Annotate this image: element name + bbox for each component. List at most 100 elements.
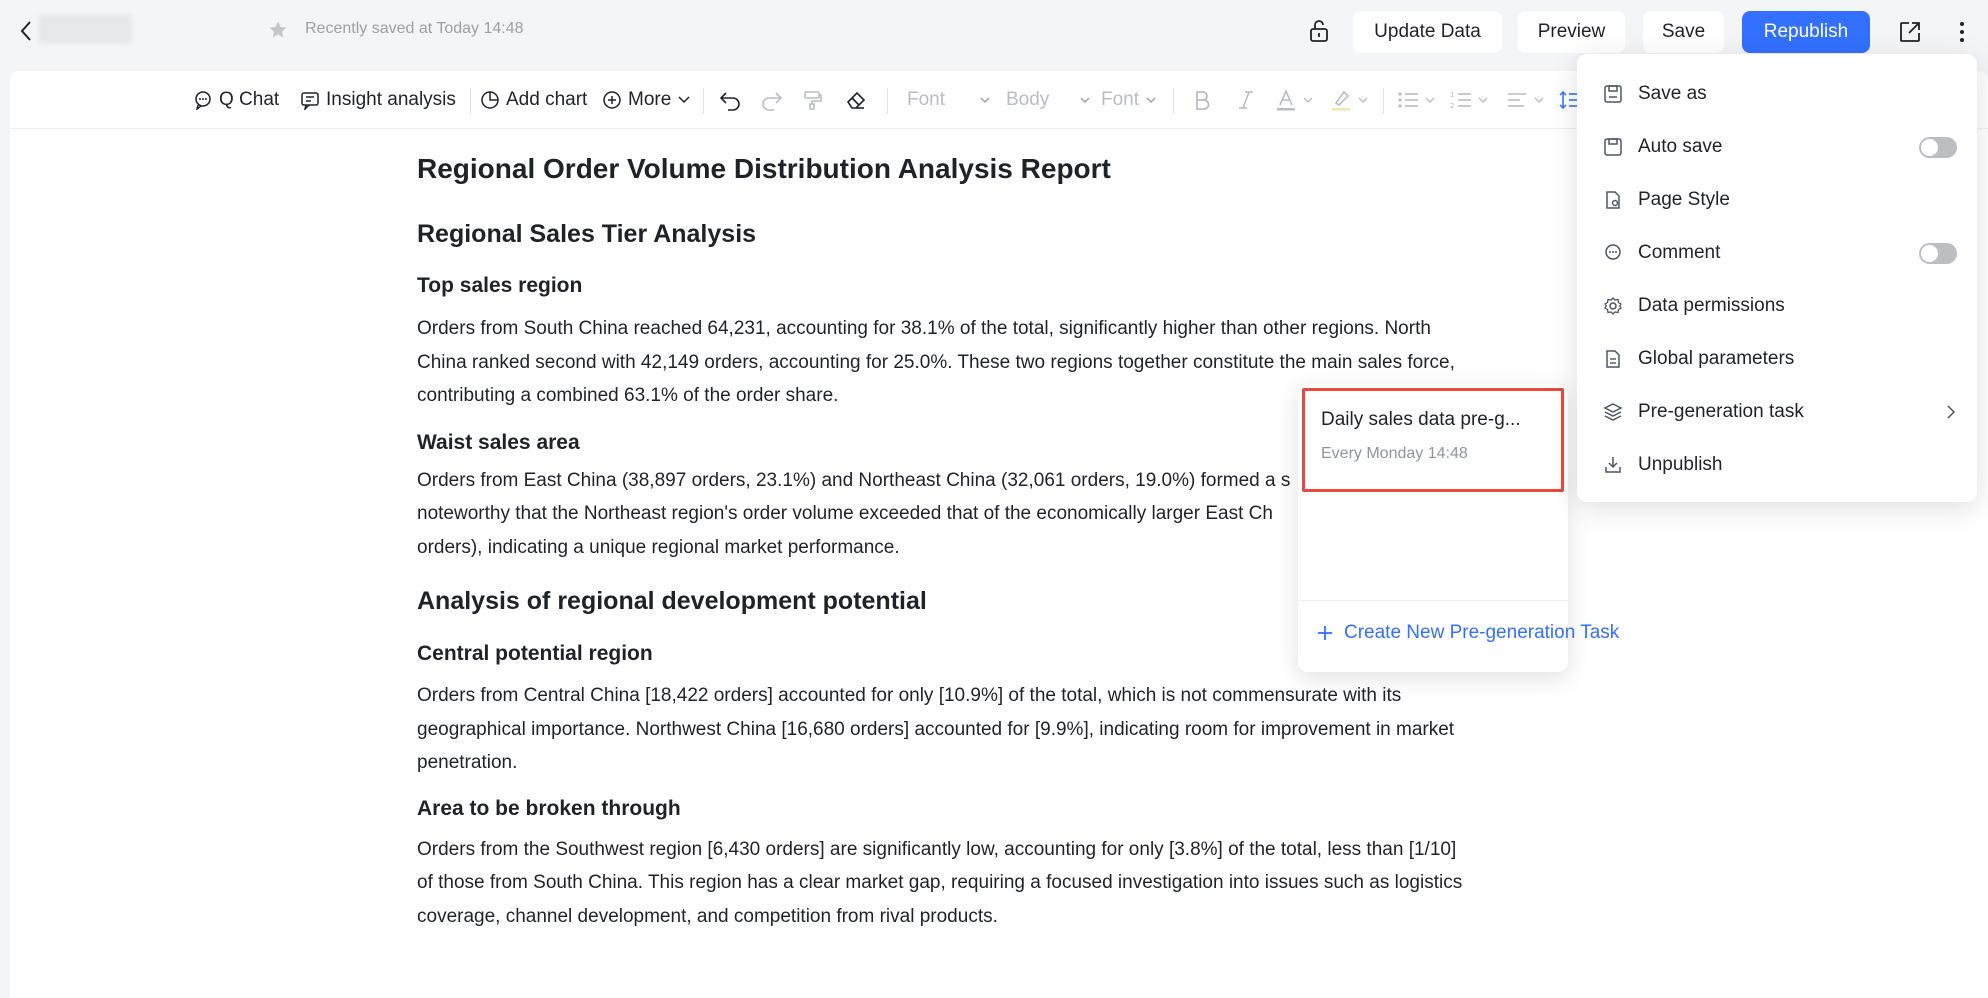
page-style-icon — [1602, 189, 1624, 211]
paragraph-line: Orders from Central China [18,422 orders… — [417, 685, 1402, 706]
highlight-button[interactable] — [1330, 84, 1368, 116]
paint-brush-icon — [804, 91, 822, 110]
toolbar-divider — [1383, 88, 1384, 114]
chevron-down-icon — [1358, 97, 1368, 103]
menu-item-label: Page Style — [1638, 189, 1730, 210]
format-painter-button[interactable] — [802, 84, 824, 116]
popover-divider — [1298, 600, 1568, 601]
comment-icon — [1602, 242, 1624, 264]
more-options-icon[interactable] — [1950, 17, 1974, 47]
menu-item-auto-save[interactable]: Auto save — [1577, 121, 1977, 173]
menu-item-label: Pre-generation task — [1638, 401, 1804, 422]
layers-icon — [1602, 401, 1624, 423]
clear-format-button[interactable] — [845, 84, 867, 116]
menu-item-label: Auto save — [1638, 136, 1723, 157]
update-data-button[interactable]: Update Data — [1353, 11, 1502, 53]
subsection-heading: Top sales region — [417, 274, 583, 297]
paragraph-line: of those from South China. This region h… — [417, 872, 1463, 893]
menu-item-page-style[interactable]: Page Style — [1577, 174, 1977, 226]
lock-icon[interactable] — [1304, 16, 1334, 46]
menu-item-pregeneration-task[interactable]: Pre-generation task — [1577, 386, 1977, 438]
redo-button[interactable] — [760, 84, 784, 116]
svg-text:2: 2 — [1450, 102, 1454, 110]
menu-item-label: Unpublish — [1638, 454, 1723, 475]
chevron-down-icon — [980, 97, 990, 104]
chevron-down-icon — [1534, 97, 1544, 103]
comment-toggle[interactable] — [1919, 243, 1957, 264]
chevron-down-icon — [1146, 97, 1156, 104]
italic-icon — [1239, 91, 1253, 109]
chat-icon — [195, 91, 211, 110]
paragraph-style-value: Body — [1006, 89, 1050, 110]
insight-icon — [301, 92, 319, 110]
chevron-right-icon — [1941, 402, 1961, 422]
menu-item-data-permissions[interactable]: Data permissions — [1577, 280, 1977, 332]
chevron-down-icon — [1425, 97, 1435, 103]
font-family-value: Font — [907, 89, 946, 110]
document-title-blurred — [38, 14, 132, 44]
align-button[interactable] — [1506, 84, 1544, 116]
unpublish-icon — [1602, 454, 1624, 476]
pie-chart-icon — [481, 91, 499, 109]
pregeneration-task-popover: Daily sales data pre-g... Every Monday 1… — [1298, 384, 1619, 672]
republish-button[interactable]: Republish — [1742, 11, 1870, 53]
svg-text:1: 1 — [1450, 91, 1454, 99]
add-chart-button[interactable]: Add chart — [480, 84, 587, 116]
paragraph-line: geographical importance. Northwest China… — [417, 718, 1455, 740]
q-chat-label: Q Chat — [219, 89, 280, 110]
bullet-list-button[interactable] — [1397, 84, 1435, 116]
parameters-icon — [1602, 348, 1624, 370]
font-size-value: Font — [1101, 89, 1140, 110]
numbered-list-button[interactable]: 12 — [1450, 84, 1488, 116]
gear-icon — [1602, 295, 1624, 317]
create-pregeneration-task-button[interactable]: Create New Pre-generation Task — [1316, 622, 1619, 644]
font-family-select[interactable]: Font — [907, 84, 991, 116]
auto-save-toggle[interactable] — [1919, 137, 1957, 158]
q-chat-button[interactable]: Q Chat — [193, 84, 279, 116]
more-label: More — [628, 89, 672, 110]
paragraph-line: coverage, channel development, and compe… — [417, 905, 998, 927]
document-title: Regional Order Volume Distribution Analy… — [417, 153, 1111, 184]
bold-button[interactable] — [1193, 84, 1211, 116]
highlighter-icon — [1332, 90, 1350, 111]
menu-item-label: Data permissions — [1638, 295, 1785, 316]
bold-icon — [1196, 91, 1210, 110]
paragraph-style-select[interactable]: Body — [1006, 84, 1091, 116]
menu-item-label: Comment — [1638, 242, 1721, 263]
redo-icon — [762, 92, 783, 111]
undo-button[interactable] — [718, 84, 742, 116]
paragraph: Orders from Central China [18,422 orders… — [417, 679, 1517, 780]
paragraph-line: Orders from South China reached 64,231, … — [417, 318, 1431, 339]
star-icon[interactable] — [266, 18, 290, 42]
chevron-down-icon — [1080, 97, 1090, 104]
toolbar-divider — [703, 88, 704, 114]
plus-circle-icon — [603, 91, 621, 109]
paragraph-line: penetration. — [417, 752, 518, 773]
eraser-icon — [846, 91, 866, 109]
task-name: Daily sales data pre-g... — [1321, 409, 1521, 430]
menu-item-save-as[interactable]: Save as — [1577, 68, 1977, 120]
menu-item-unpublish[interactable]: Unpublish — [1577, 439, 1977, 491]
pregeneration-task-item[interactable]: Daily sales data pre-g... Every Monday 1… — [1302, 388, 1564, 492]
section-heading: Regional Sales Tier Analysis — [417, 220, 757, 248]
more-dropdown[interactable]: More — [602, 84, 691, 116]
menu-item-label: Save as — [1638, 83, 1707, 104]
preview-button[interactable]: Preview — [1518, 11, 1625, 53]
numbered-list-icon: 12 — [1450, 91, 1471, 110]
create-task-label: Create New Pre-generation Task — [1344, 622, 1620, 643]
toolbar-divider — [1173, 88, 1174, 114]
font-size-select[interactable]: Font — [1101, 84, 1157, 116]
back-arrow-icon[interactable] — [14, 16, 38, 46]
italic-button[interactable] — [1238, 84, 1254, 116]
task-schedule: Every Monday 14:48 — [1321, 445, 1468, 462]
menu-item-comment[interactable]: Comment — [1577, 227, 1977, 279]
insight-analysis-label: Insight analysis — [326, 89, 456, 110]
insight-analysis-button[interactable]: Insight analysis — [300, 84, 456, 116]
save-button[interactable]: Save — [1643, 11, 1724, 53]
toolbar-divider — [470, 88, 471, 114]
bullet-list-icon — [1398, 92, 1418, 108]
menu-item-global-parameters[interactable]: Global parameters — [1577, 333, 1977, 385]
text-color-button[interactable] — [1275, 84, 1313, 116]
share-icon[interactable] — [1895, 17, 1925, 47]
more-options-menu: Save as Auto save Page Style Comment Dat… — [1577, 54, 1977, 502]
